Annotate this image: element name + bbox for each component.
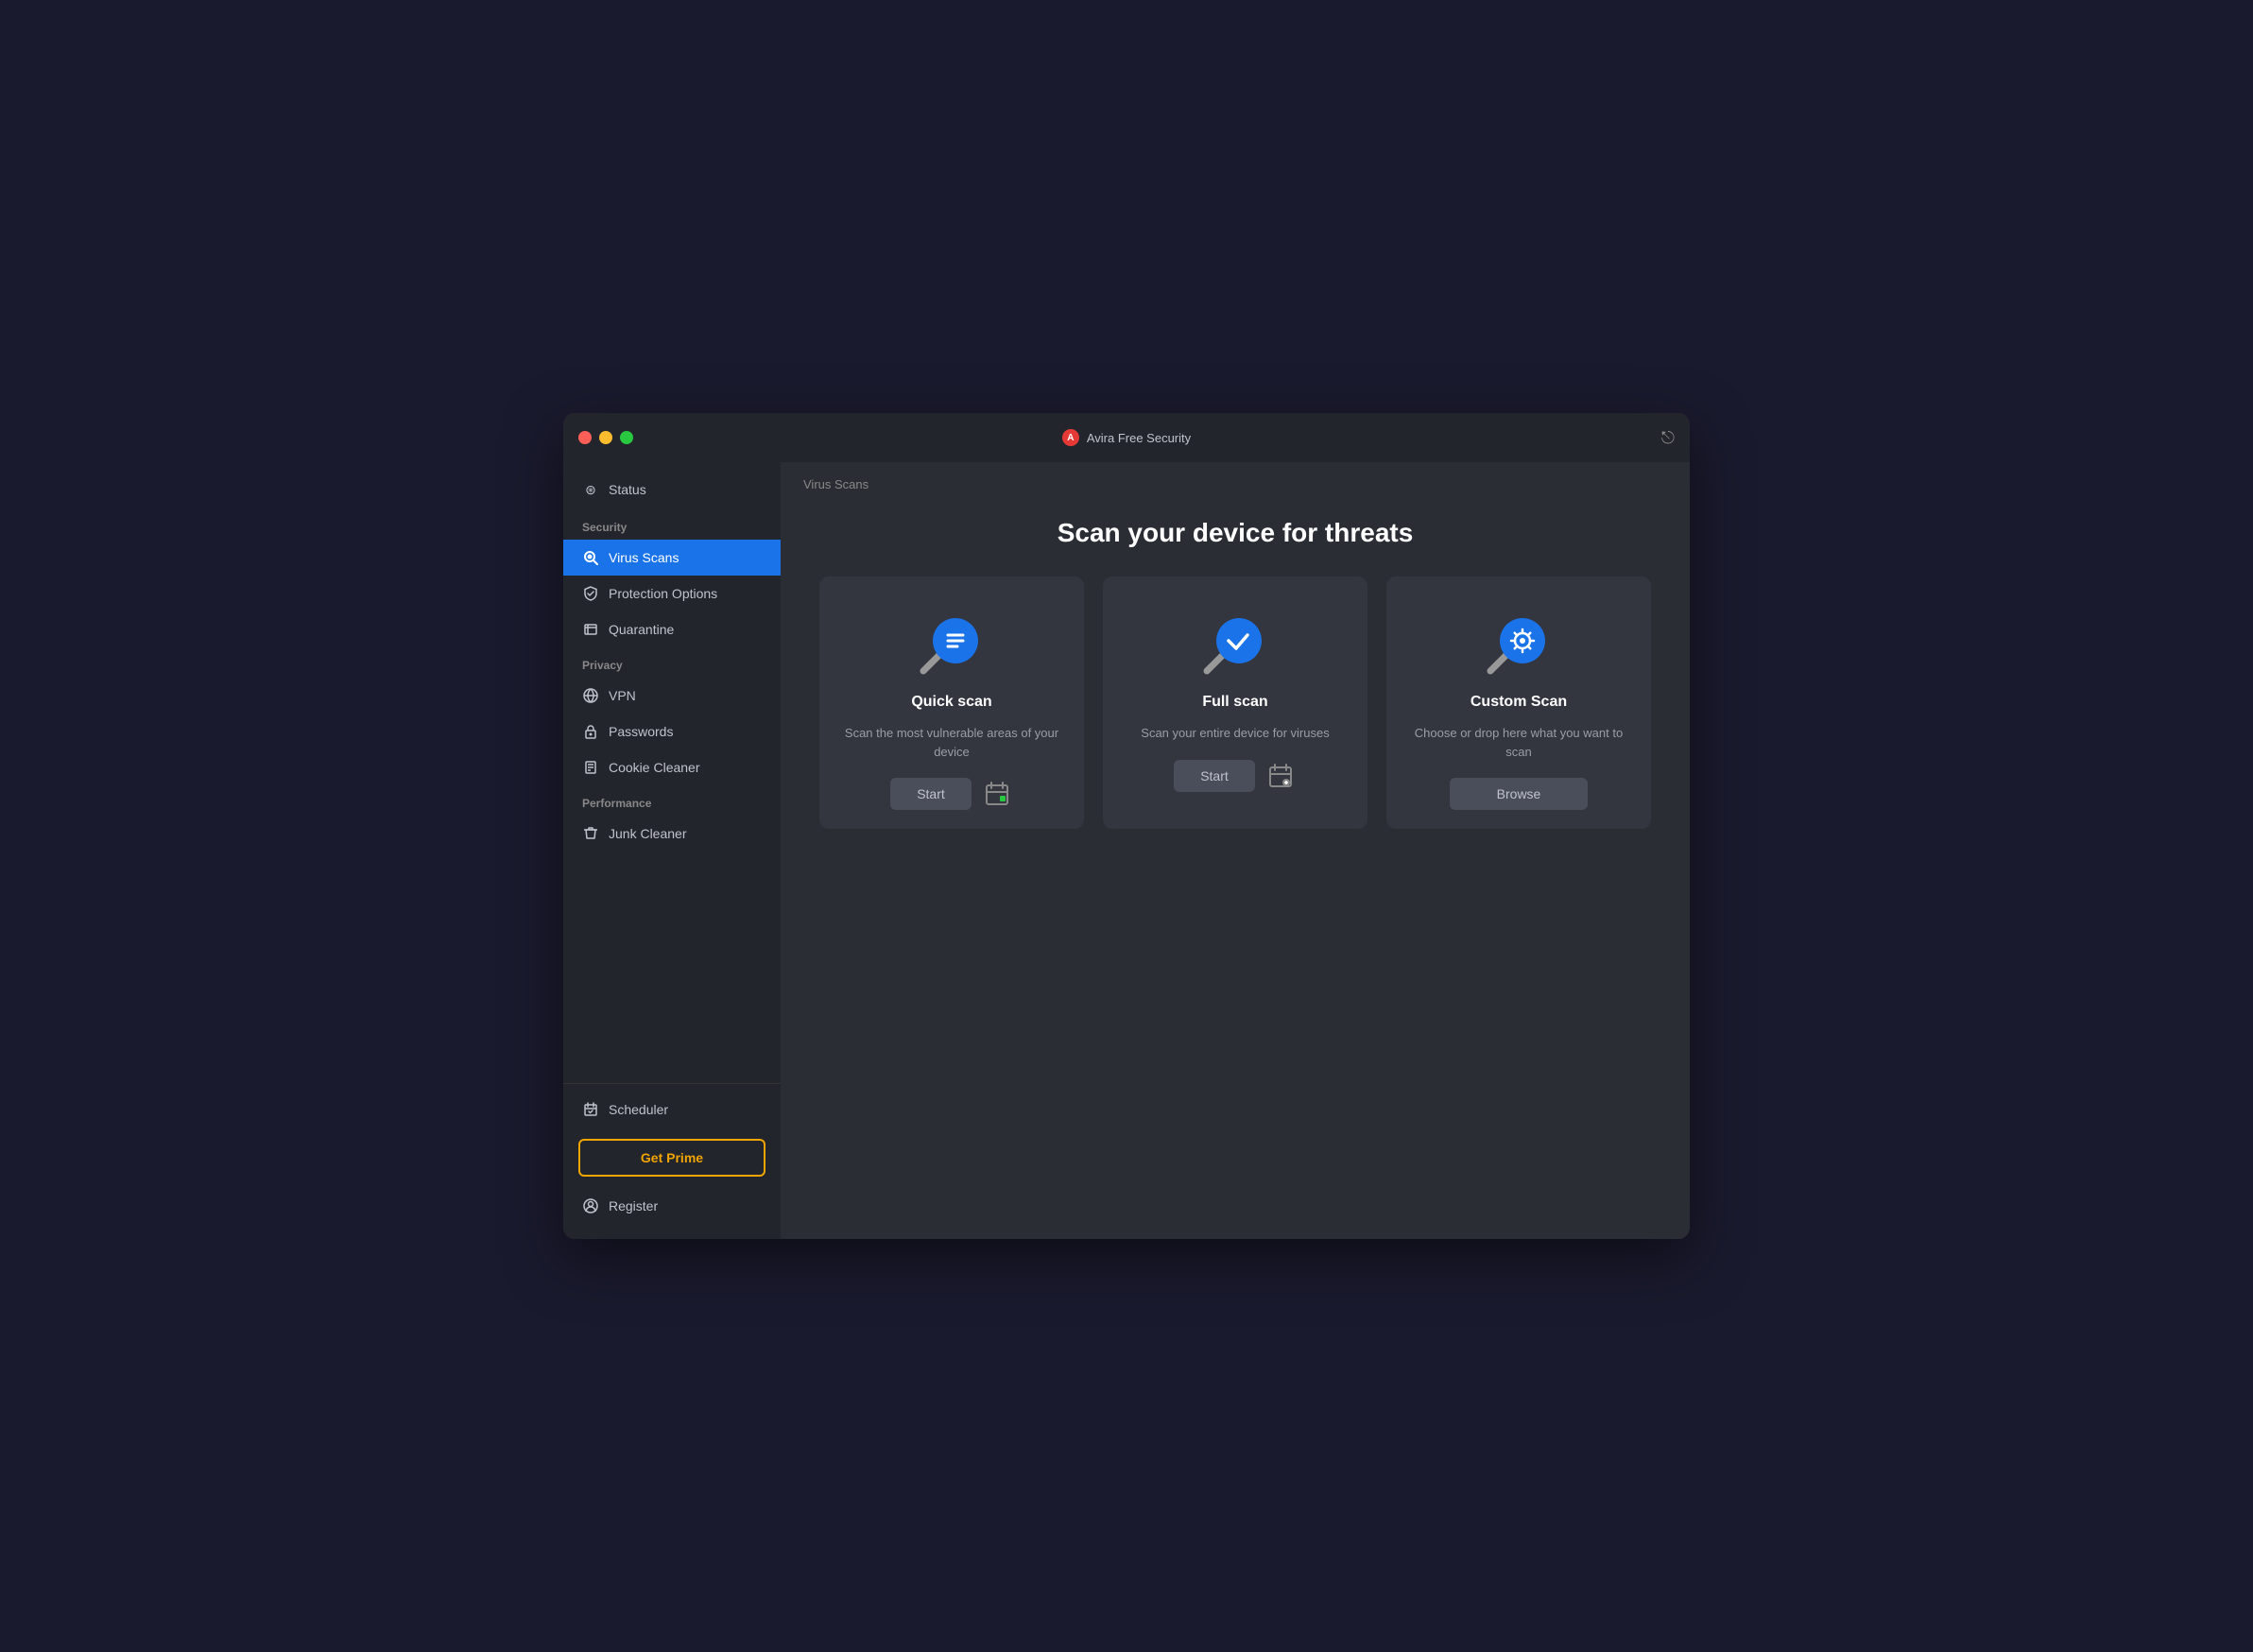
sidebar-section-security: Security xyxy=(563,509,781,540)
sidebar-item-register[interactable]: Register xyxy=(563,1188,781,1224)
full-scan-card: Full scan Scan your entire device for vi… xyxy=(1103,576,1367,829)
full-scan-schedule-icon[interactable] xyxy=(1264,760,1297,792)
scheduler-icon xyxy=(582,1101,599,1118)
main-header: Scan your device for threats xyxy=(781,499,1690,576)
register-icon xyxy=(582,1197,599,1214)
quick-scan-actions: Start xyxy=(890,778,1013,810)
custom-scan-icon-wrap xyxy=(1481,605,1556,680)
quick-scan-schedule-icon[interactable] xyxy=(981,778,1013,810)
app-title: Avira Free Security xyxy=(1087,431,1191,445)
passwords-label: Passwords xyxy=(609,724,673,739)
custom-scan-browse-button[interactable]: Browse xyxy=(1450,778,1589,810)
full-scan-icon-wrap xyxy=(1197,605,1273,680)
register-label: Register xyxy=(609,1198,658,1213)
sidebar-item-virus-scans[interactable]: Virus Scans xyxy=(563,540,781,576)
sidebar-item-passwords[interactable]: Passwords xyxy=(563,714,781,749)
share-icon[interactable]: ⎋ xyxy=(1661,428,1675,447)
maximize-button[interactable] xyxy=(620,431,633,444)
full-scan-icon xyxy=(1197,614,1264,680)
protection-options-icon xyxy=(582,585,599,602)
quick-scan-desc: Scan the most vulnerable areas of your d… xyxy=(838,724,1065,761)
passwords-icon xyxy=(582,723,599,740)
sidebar-item-vpn[interactable]: VPN xyxy=(563,678,781,714)
titlebar-title: A Avira Free Security xyxy=(1062,429,1191,446)
content-area: ⊛ Status Security Virus Scans xyxy=(563,462,1690,1239)
quick-scan-start-button[interactable]: Start xyxy=(890,778,972,810)
protection-options-label: Protection Options xyxy=(609,586,717,601)
junk-cleaner-label: Junk Cleaner xyxy=(609,826,687,841)
quick-scan-card: Quick scan Scan the most vulnerable area… xyxy=(819,576,1084,829)
full-scan-title: Full scan xyxy=(1202,694,1267,711)
quarantine-label: Quarantine xyxy=(609,622,674,637)
sidebar: ⊛ Status Security Virus Scans xyxy=(563,462,781,1239)
close-button[interactable] xyxy=(578,431,592,444)
sidebar-item-protection-options[interactable]: Protection Options xyxy=(563,576,781,611)
sidebar-item-status[interactable]: ⊛ Status xyxy=(563,470,781,509)
sidebar-bottom: Scheduler Get Prime Register xyxy=(563,1083,781,1231)
cookie-cleaner-icon xyxy=(582,759,599,776)
scan-cards-container: Quick scan Scan the most vulnerable area… xyxy=(781,576,1690,829)
quick-scan-icon-wrap xyxy=(914,605,989,680)
breadcrumb: Virus Scans xyxy=(781,462,1690,499)
app-window: A Avira Free Security ⎋ ⊛ Status Securit… xyxy=(563,413,1690,1239)
status-icon: ⊛ xyxy=(582,481,599,498)
get-prime-button[interactable]: Get Prime xyxy=(578,1139,765,1177)
quick-scan-title: Quick scan xyxy=(911,694,991,711)
vpn-label: VPN xyxy=(609,688,636,703)
virus-scans-label: Virus Scans xyxy=(609,550,679,565)
titlebar: A Avira Free Security ⎋ xyxy=(563,413,1690,462)
titlebar-actions: ⎋ xyxy=(1661,428,1675,448)
cookie-cleaner-label: Cookie Cleaner xyxy=(609,760,700,775)
sidebar-status-label: Status xyxy=(609,482,646,497)
custom-scan-title: Custom Scan xyxy=(1470,694,1567,711)
main-panel: Virus Scans Scan your device for threats xyxy=(781,462,1690,1239)
full-scan-desc: Scan your entire device for viruses xyxy=(1141,724,1329,743)
sidebar-item-cookie-cleaner[interactable]: Cookie Cleaner xyxy=(563,749,781,785)
custom-scan-icon xyxy=(1481,614,1547,680)
sidebar-section-privacy: Privacy xyxy=(563,647,781,678)
sidebar-item-junk-cleaner[interactable]: Junk Cleaner xyxy=(563,816,781,852)
avira-logo-icon: A xyxy=(1062,429,1079,446)
sidebar-item-quarantine[interactable]: Quarantine xyxy=(563,611,781,647)
minimize-button[interactable] xyxy=(599,431,612,444)
custom-scan-desc: Choose or drop here what you want to sca… xyxy=(1405,724,1632,761)
virus-scans-icon xyxy=(582,549,599,566)
full-scan-start-button[interactable]: Start xyxy=(1174,760,1255,792)
quick-scan-icon xyxy=(914,614,980,680)
full-scan-actions: Start xyxy=(1174,760,1297,792)
custom-scan-actions: Browse xyxy=(1450,778,1589,810)
sidebar-section-performance: Performance xyxy=(563,785,781,816)
page-title: Scan your device for threats xyxy=(803,518,1667,548)
sidebar-item-scheduler[interactable]: Scheduler xyxy=(563,1092,781,1127)
quarantine-icon xyxy=(582,621,599,638)
custom-scan-card: Custom Scan Choose or drop here what you… xyxy=(1386,576,1651,829)
traffic-lights xyxy=(578,431,633,444)
junk-cleaner-icon xyxy=(582,825,599,842)
vpn-icon xyxy=(582,687,599,704)
scheduler-label: Scheduler xyxy=(609,1102,668,1117)
